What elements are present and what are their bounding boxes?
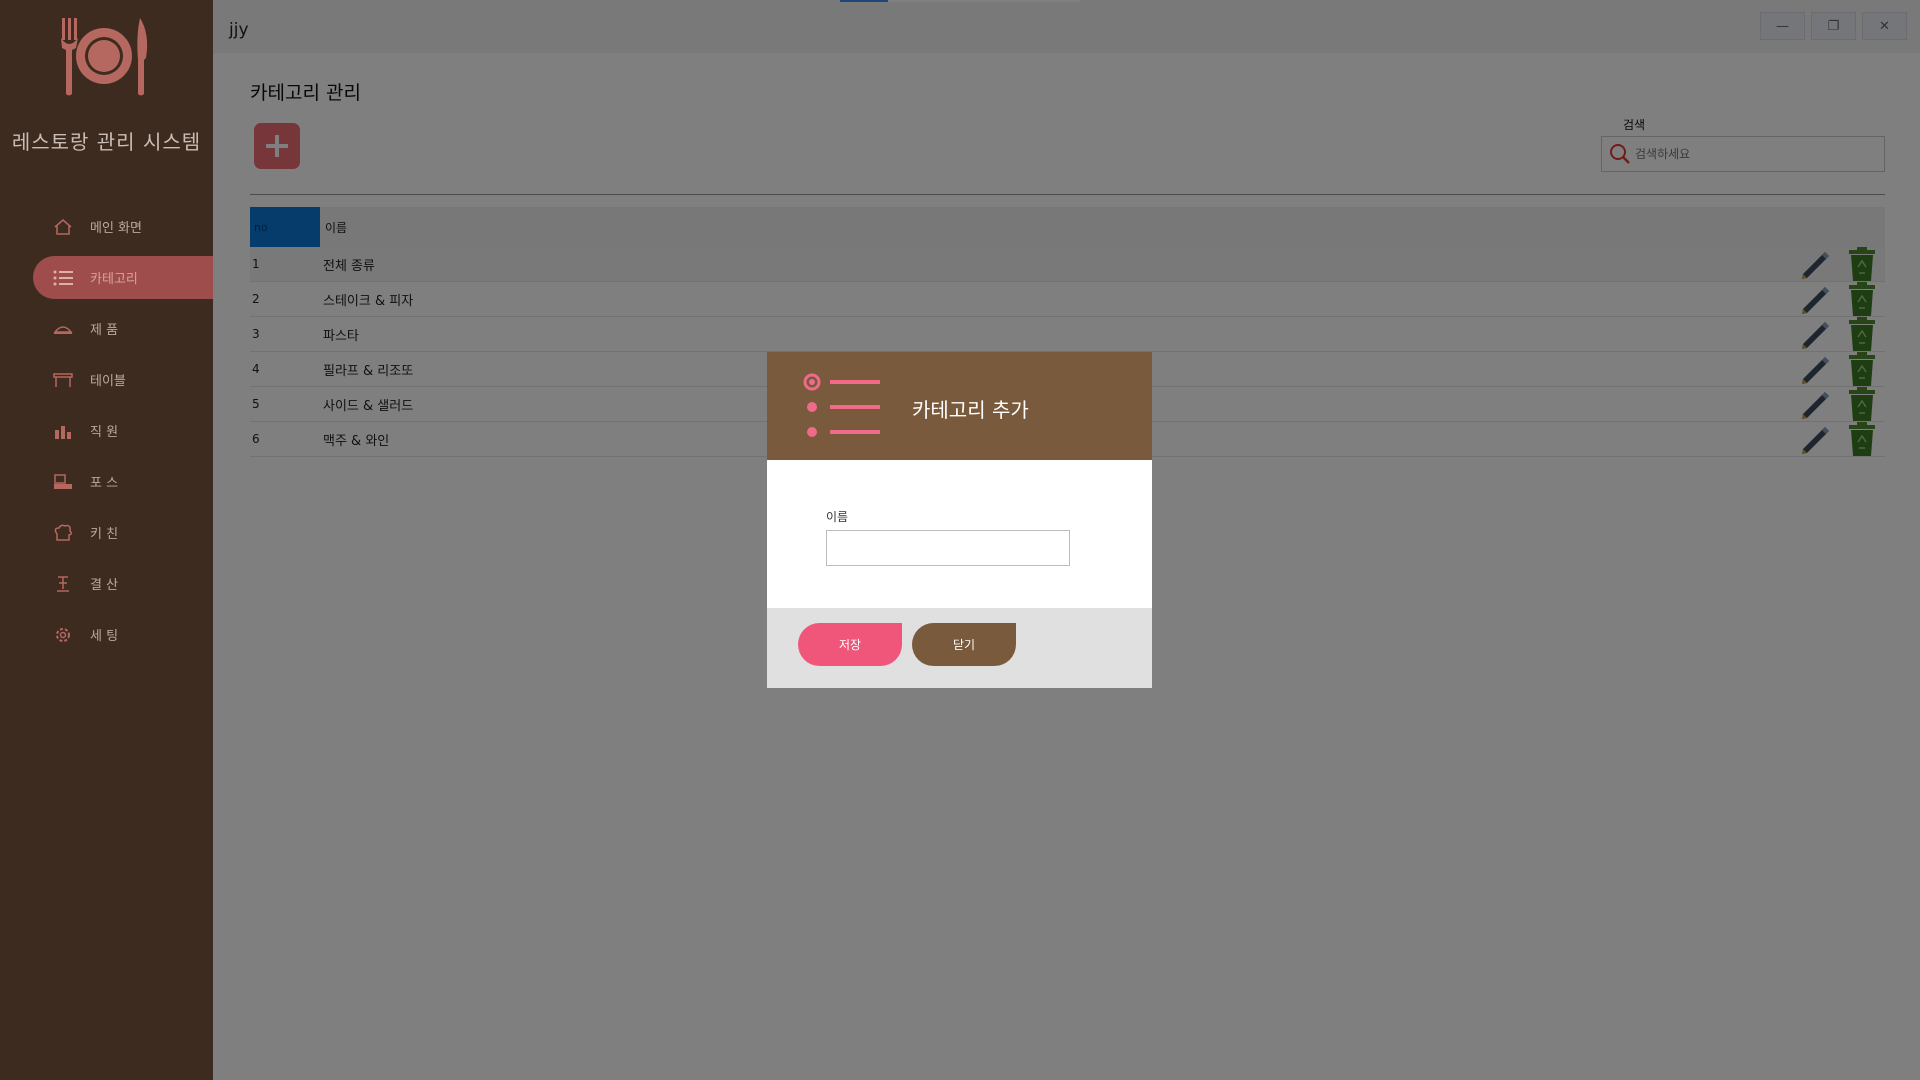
sidebar-item-label: 카테고리 — [90, 272, 138, 287]
add-category-dialog: 카테고리 추가 이름 저장 닫기 — [767, 352, 1152, 688]
staff-icon — [52, 421, 74, 441]
sidebar-item-label: 테이블 — [90, 374, 126, 389]
chef-hat-icon — [52, 523, 74, 543]
settlement-icon — [52, 574, 74, 594]
sidebar-item-category[interactable]: 카테고리 — [33, 256, 213, 299]
name-field-label: 이름 — [826, 510, 849, 524]
sidebar-item-kitchen[interactable]: 키 친 — [0, 511, 213, 554]
restaurant-logo-icon — [61, 18, 148, 96]
sidebar-item-label: 직 원 — [90, 425, 119, 440]
save-button[interactable]: 저장 — [798, 623, 902, 666]
sidebar: 레스토랑 관리 시스템 메인 화면 카테고리 제 품 테이블 직 원 포 스 키… — [0, 0, 213, 1080]
sidebar-item-pos[interactable]: 포 스 — [0, 460, 213, 503]
sidebar-item-product[interactable]: 제 품 — [0, 307, 213, 350]
sidebar-item-label: 제 품 — [90, 323, 119, 338]
dialog-footer: 저장 닫기 — [767, 608, 1152, 688]
close-button[interactable]: 닫기 — [912, 623, 1016, 666]
list-icon — [803, 373, 880, 437]
list-icon — [52, 268, 74, 288]
sidebar-item-settings[interactable]: 세 팅 — [0, 613, 213, 656]
sidebar-item-label: 포 스 — [90, 476, 119, 491]
pos-icon — [52, 472, 74, 492]
product-icon — [52, 319, 74, 339]
table-icon — [52, 370, 74, 390]
sidebar-item-label: 결 산 — [90, 578, 119, 593]
sidebar-item-label: 세 팅 — [90, 629, 119, 644]
category-name-input[interactable] — [826, 530, 1070, 566]
sidebar-item-label: 메인 화면 — [90, 221, 142, 236]
sidebar-item-settlement[interactable]: 결 산 — [0, 562, 213, 605]
sidebar-nav: 메인 화면 카테고리 제 품 테이블 직 원 포 스 키 친 결 산 세 팅 — [0, 205, 213, 664]
dialog-body: 이름 — [767, 460, 1152, 608]
dialog-header: 카테고리 추가 — [767, 352, 1152, 460]
sidebar-item-main[interactable]: 메인 화면 — [0, 205, 213, 248]
sidebar-item-table[interactable]: 테이블 — [0, 358, 213, 401]
sidebar-item-label: 키 친 — [90, 527, 119, 542]
settings-icon — [52, 625, 74, 645]
home-icon — [52, 217, 74, 237]
dialog-title: 카테고리 추가 — [912, 398, 1029, 422]
sidebar-item-staff[interactable]: 직 원 — [0, 409, 213, 452]
app-title: 레스토랑 관리 시스템 — [11, 130, 202, 154]
